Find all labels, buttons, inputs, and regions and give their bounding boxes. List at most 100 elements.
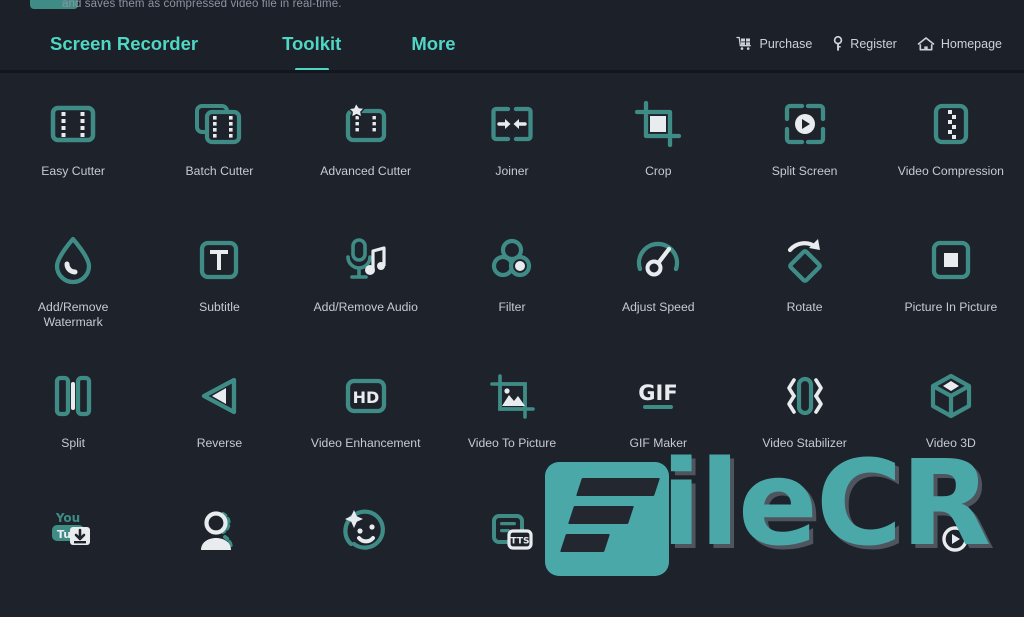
tool-video-3d[interactable]: Video 3D — [878, 345, 1024, 481]
tool-row4-slot6[interactable] — [731, 481, 877, 617]
tts-document-icon: TTS — [483, 503, 541, 561]
tab-more[interactable]: More — [411, 33, 455, 55]
tool-youtube-downloader[interactable]: You Tu — [0, 481, 146, 617]
tool-easy-cutter[interactable]: Easy Cutter — [0, 73, 146, 209]
svg-text:HD: HD — [352, 388, 379, 407]
nav-purchase-label: Purchase — [759, 37, 813, 51]
tool-adjust-speed[interactable]: Adjust Speed — [585, 209, 731, 345]
split-bars-icon — [44, 367, 102, 425]
tool-crop[interactable]: Crop — [585, 73, 731, 209]
speedometer-icon — [629, 231, 687, 289]
crop-icon — [629, 95, 687, 153]
cube-3d-icon — [922, 367, 980, 425]
tool-label: Split Screen — [771, 164, 838, 178]
compress-zipper-icon — [922, 95, 980, 153]
home-icon — [917, 36, 935, 52]
tool-advanced-cutter[interactable]: Advanced Cutter — [293, 73, 439, 209]
tool-label: Rotate — [786, 300, 823, 314]
tool-video-stabilizer[interactable]: Video Stabilizer — [731, 345, 877, 481]
tab-toolkit[interactable]: Toolkit — [282, 33, 342, 71]
nav-purchase[interactable]: Purchase — [736, 36, 812, 52]
tool-label: Advanced Cutter — [320, 164, 412, 178]
svg-text:GIF: GIF — [639, 381, 678, 405]
tool-label: Batch Cutter — [185, 164, 254, 178]
tab-group: Screen Recorder Toolkit More — [50, 18, 456, 71]
youtube-download-icon: You Tu — [44, 503, 102, 561]
reverse-triangle-icon — [190, 367, 248, 425]
nav-register[interactable]: Register — [832, 36, 897, 52]
gif-text-icon: GIF — [629, 367, 687, 425]
header-nav-group: Purchase Register Homepage — [736, 18, 1002, 70]
top-description-strip: and saves them as compressed video file … — [0, 0, 1024, 18]
film-strip-star-icon — [337, 95, 395, 153]
tool-joiner[interactable]: Joiner — [439, 73, 585, 209]
tool-gif-maker[interactable]: GIF GIF Maker — [585, 345, 731, 481]
hidden-icon — [629, 503, 687, 561]
tool-add-remove-audio[interactable]: Add/Remove Audio — [293, 209, 439, 345]
tool-row4-slot5[interactable] — [585, 481, 731, 617]
text-box-t-icon — [190, 231, 248, 289]
tool-label: Subtitle — [199, 300, 240, 314]
tool-batch-cutter[interactable]: Batch Cutter — [146, 73, 292, 209]
tool-label: Add/Remove Watermark — [37, 300, 109, 329]
tool-label: GIF Maker — [629, 436, 688, 450]
three-circles-icon — [483, 231, 541, 289]
image-crop-icon — [483, 367, 541, 425]
join-arrows-icon — [483, 95, 541, 153]
nav-homepage[interactable]: Homepage — [917, 36, 1002, 52]
tool-video-to-picture[interactable]: Video To Picture — [439, 345, 585, 481]
tool-label: Picture In Picture — [904, 300, 998, 314]
tool-label: Reverse — [196, 436, 243, 450]
stabilizer-icon — [776, 367, 834, 425]
tool-video-enhancement[interactable]: HD Video Enhancement — [293, 345, 439, 481]
svg-text:Tu: Tu — [57, 528, 71, 541]
tool-add-remove-watermark[interactable]: Add/Remove Watermark — [0, 209, 146, 345]
picture-in-picture-icon — [922, 231, 980, 289]
tool-split[interactable]: Split — [0, 345, 146, 481]
tool-label: Easy Cutter — [41, 164, 105, 178]
microphone-note-icon — [337, 231, 395, 289]
key-icon — [832, 36, 844, 52]
tool-person[interactable] — [146, 481, 292, 617]
toolkit-grid: Easy Cutter Batch Cutter Advanced Cutter… — [0, 73, 1024, 576]
tab-screen-recorder[interactable]: Screen Recorder — [50, 33, 198, 55]
film-strip-icon — [44, 95, 102, 153]
face-sparkle-icon — [337, 503, 395, 561]
tool-label: Filter — [498, 300, 526, 314]
film-strip-stack-icon — [190, 95, 248, 153]
tool-label: Video To Picture — [467, 436, 557, 450]
tool-label: Joiner — [495, 164, 529, 178]
shopping-cart-icon — [736, 36, 753, 52]
tool-label: Add/Remove Audio — [313, 300, 418, 314]
tool-reverse[interactable]: Reverse — [146, 345, 292, 481]
tool-picture-in-picture[interactable]: Picture In Picture — [878, 209, 1024, 345]
app-description-text: and saves them as compressed video file … — [62, 0, 342, 10]
tool-label: Adjust Speed — [622, 300, 695, 314]
nav-homepage-label: Homepage — [940, 37, 1002, 51]
tool-video-compression[interactable]: Video Compression — [878, 73, 1024, 209]
water-drop-icon — [44, 231, 102, 289]
tool-split-screen[interactable]: Split Screen — [731, 73, 877, 209]
hidden-icon — [776, 503, 834, 561]
tool-label: Video Enhancement — [310, 436, 421, 450]
tool-label: Split — [61, 436, 85, 450]
main-tab-bar: Screen Recorder Toolkit More Purchase Re… — [0, 18, 1024, 71]
tool-rotate[interactable]: Rotate — [731, 209, 877, 345]
hd-badge-icon: HD — [337, 367, 395, 425]
rotate-diamond-icon — [776, 231, 834, 289]
tool-label: Video Stabilizer — [762, 436, 847, 450]
svg-text:TTS: TTS — [511, 537, 530, 547]
tool-filter[interactable]: Filter — [439, 209, 585, 345]
tool-subtitle[interactable]: Subtitle — [146, 209, 292, 345]
tool-row4-slot7[interactable] — [878, 481, 1024, 617]
tab-more-label: More — [411, 33, 456, 54]
tool-face-sparkle[interactable] — [293, 481, 439, 617]
tab-toolkit-label: Toolkit — [282, 33, 342, 54]
svg-text:You: You — [55, 511, 80, 525]
tab-screen-recorder-label: Screen Recorder — [50, 33, 199, 54]
tool-text-to-speech[interactable]: TTS — [439, 481, 585, 617]
tool-label: Crop — [645, 164, 672, 178]
tool-label: Video 3D — [925, 436, 976, 450]
person-icon — [190, 503, 248, 561]
video-play-icon — [922, 503, 980, 561]
